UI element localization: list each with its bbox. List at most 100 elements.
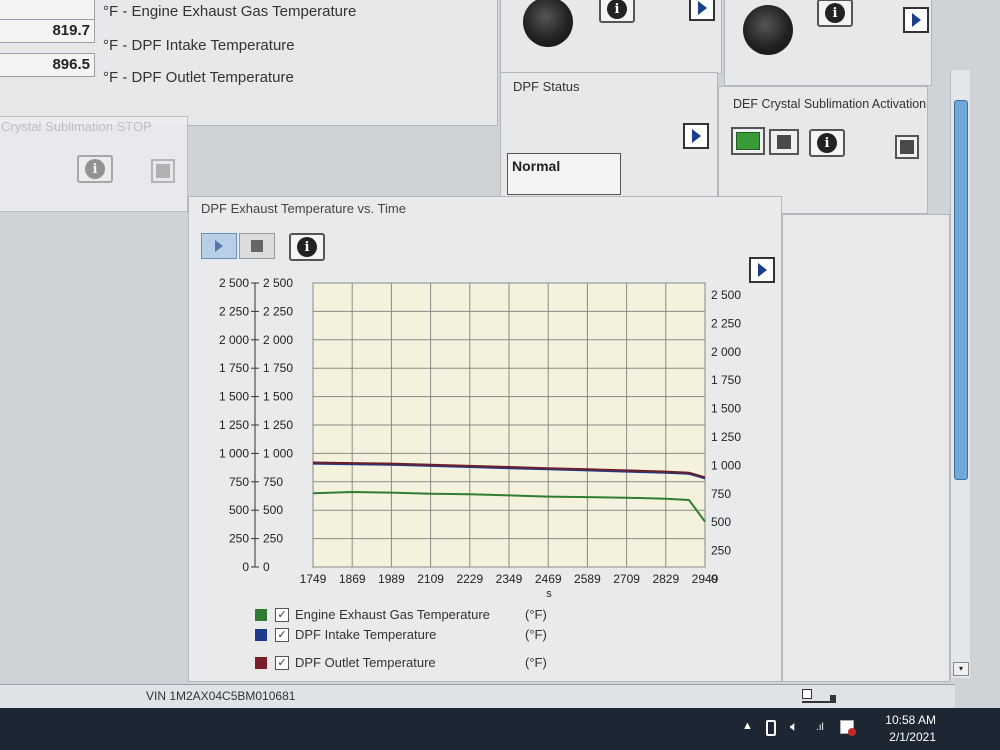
dpf-outlet-value: 896.5 [0, 53, 95, 77]
temperature-chart: 0 00250 250250500 500500750 7507501 000 1 000… [219, 276, 741, 597]
y-tick-label-outer: 750 [229, 475, 249, 489]
y-tick-label-outer: 0 [242, 560, 249, 574]
right-panel [782, 214, 950, 682]
legend-checkbox[interactable]: ✓ [275, 655, 289, 670]
legend-unit: (°F) [525, 655, 547, 670]
scrollbar-thumb[interactable] [954, 100, 968, 480]
y-tick-label-right: 1 500 [711, 402, 741, 416]
graph-stop-button[interactable] [239, 233, 275, 259]
battery-icon[interactable] [766, 720, 776, 736]
dpf-status-value: Normal [507, 153, 621, 195]
connection-icon-box [802, 689, 812, 699]
y-tick-label-inner: 2 250 [263, 304, 293, 318]
dial-panel-1: i [500, 0, 722, 74]
readouts-panel: °F - Engine Exhaust Gas Temperature 819.… [0, 0, 498, 126]
y-tick-label-right: 2 500 [711, 288, 741, 302]
y-tick-label-right: 750 [711, 487, 731, 501]
info-icon: i [825, 3, 845, 23]
legend-label: DPF Outlet Temperature [295, 655, 436, 670]
y-tick-label-inner: 500 [263, 503, 283, 517]
y-tick-label-right: 2 000 [711, 345, 741, 359]
start-indicator [736, 132, 760, 150]
y-tick-label-outer: 1 250 [219, 418, 249, 432]
graph-title: DPF Exhaust Temperature vs. Time [201, 201, 406, 216]
notification-flag-icon[interactable] [840, 720, 856, 736]
y-tick-label-outer: 250 [229, 532, 249, 546]
dpf-intake-label: °F - DPF Intake Temperature [103, 37, 295, 54]
y-tick-label-outer: 1 500 [219, 390, 249, 404]
y-tick-label-right: 1 000 [711, 458, 741, 472]
start-button[interactable] [731, 127, 765, 155]
tray-chevron-icon[interactable]: ▲ [742, 720, 753, 732]
info-button[interactable]: i [817, 0, 853, 27]
info-button[interactable]: i [77, 155, 113, 183]
y-tick-label-right: 500 [711, 515, 731, 529]
legend-unit: (°F) [525, 627, 547, 642]
stop-button[interactable] [769, 129, 799, 155]
y-tick-label-outer: 500 [229, 503, 249, 517]
info-button[interactable]: i [809, 129, 845, 157]
y-tick-label-outer: 1 000 [219, 446, 249, 460]
legend-swatch [255, 628, 267, 641]
speaker-icon[interactable]: 🔈︎ [790, 718, 798, 735]
dpf-status-panel: DPF Status Normal [500, 72, 718, 200]
engine-exhaust-value [0, 0, 95, 21]
info-button[interactable]: i [289, 233, 325, 261]
y-tick-label-right: 250 [711, 544, 731, 558]
y-tick-label-right: 2 250 [711, 316, 741, 330]
vertical-scrollbar[interactable]: ▾ [950, 70, 970, 678]
info-icon: i [297, 237, 317, 257]
legend-dpf-intake[interactable]: ✓ DPF Intake Temperature (°F) [255, 627, 547, 642]
y-tick-label-inner: 750 [263, 475, 283, 489]
connection-icon [802, 689, 836, 703]
info-icon: i [85, 159, 105, 179]
dial-panel-2: i [724, 0, 932, 86]
legend-checkbox[interactable]: ✓ [275, 627, 289, 642]
x-tick-label: 2949 [692, 572, 719, 586]
x-axis-label: s [546, 588, 552, 597]
legend-unit: (°F) [525, 607, 547, 622]
crystal-stop-title: Crystal Sublimation STOP [1, 119, 152, 134]
legend-swatch [255, 656, 267, 669]
def-activation-title: DEF Crystal Sublimation Activation [733, 97, 927, 111]
signal-icon[interactable]: .ıl [816, 722, 824, 733]
clock-date: 2/1/2021 [889, 730, 936, 744]
y-tick-label-inner: 2 500 [263, 276, 293, 290]
y-tick-label-right: 1 250 [711, 430, 741, 444]
info-icon: i [817, 133, 837, 153]
stop-button[interactable] [151, 159, 175, 183]
play-arrow-button[interactable] [683, 123, 709, 149]
play-arrow-button[interactable] [903, 7, 929, 33]
legend-engine-exhaust[interactable]: ✓ Engine Exhaust Gas Temperature (°F) [255, 607, 547, 622]
x-tick-label: 2109 [417, 572, 444, 586]
play-icon [215, 240, 223, 252]
legend-label: Engine Exhaust Gas Temperature [295, 607, 490, 622]
legend-dpf-outlet[interactable]: ✓ DPF Outlet Temperature (°F) [255, 655, 547, 670]
dpf-outlet-label: °F - DPF Outlet Temperature [103, 69, 294, 86]
x-tick-label: 2469 [535, 572, 562, 586]
x-tick-label: 2829 [652, 572, 679, 586]
info-button[interactable]: i [599, 0, 635, 23]
taskbar: ▲ 🔈︎ .ıl 10:58 AM 2/1/2021 [0, 708, 1000, 750]
graph-play-button[interactable] [201, 233, 237, 259]
legend-checkbox[interactable]: ✓ [275, 607, 289, 622]
clock[interactable]: 10:58 AM 2/1/2021 [866, 712, 936, 746]
y-tick-label-inner: 0 [263, 560, 270, 574]
def-activation-panel: DEF Crystal Sublimation Activation i [718, 86, 928, 214]
square-toggle-button[interactable] [895, 135, 919, 159]
dial-icon [743, 5, 793, 55]
info-icon: i [607, 0, 627, 19]
crystal-stop-panel: Crystal Sublimation STOP i [0, 116, 188, 212]
stop-icon [251, 240, 263, 252]
play-arrow-button[interactable] [689, 0, 715, 21]
vin-label: VIN 1M2AX04C5BM010681 [146, 689, 296, 703]
engine-exhaust-label: °F - Engine Exhaust Gas Temperature [103, 3, 357, 20]
y-tick-label-outer: 2 250 [219, 304, 249, 318]
legend-swatch [255, 608, 267, 621]
y-tick-label-outer: 2 000 [219, 333, 249, 347]
y-tick-label-inner: 1 000 [263, 446, 293, 460]
scroll-down-arrow[interactable]: ▾ [953, 662, 969, 676]
y-tick-label-inner: 250 [263, 532, 283, 546]
dial-icon [523, 0, 573, 47]
y-tick-label-outer: 1 750 [219, 361, 249, 375]
